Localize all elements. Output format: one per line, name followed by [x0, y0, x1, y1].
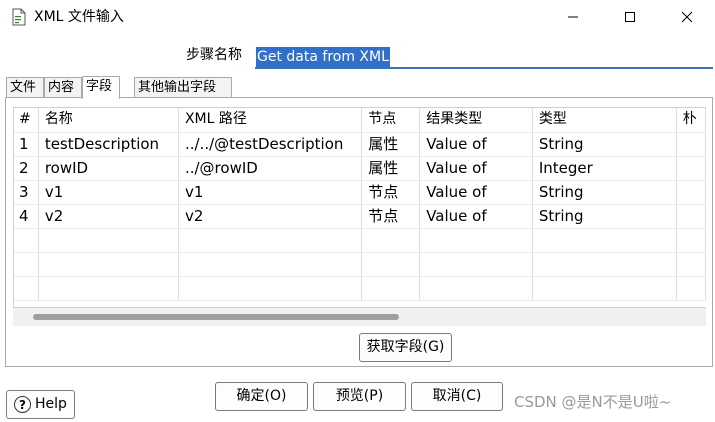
cell-name[interactable]: testDescription [38, 132, 179, 157]
cell-node[interactable]: 节点 [361, 180, 421, 205]
help-label: Help [35, 396, 67, 412]
tab-fields[interactable]: 字段 [82, 76, 120, 99]
cell-type[interactable]: String [532, 132, 677, 157]
minimize-icon [568, 16, 578, 18]
watermark: CSDN @是N不是U啦~ [514, 393, 672, 411]
row-index: 3 [14, 180, 39, 205]
preview-button[interactable]: 预览(P) [313, 382, 406, 411]
fields-table[interactable]: # 名称 XML 路径 节点 结果类型 类型 朴 1 testDescripti… [13, 107, 706, 308]
empty-row[interactable] [14, 276, 706, 301]
cell-node[interactable]: 属性 [361, 132, 421, 157]
row-index: 4 [14, 204, 39, 229]
cell-name[interactable]: v2 [38, 204, 179, 229]
close-button[interactable] [664, 0, 710, 34]
cell-xml-path[interactable]: ../@rowID [178, 156, 363, 181]
cell-extra[interactable] [676, 156, 706, 181]
cell-name[interactable]: v1 [38, 180, 179, 205]
horizontal-scrollbar[interactable] [13, 308, 706, 326]
title-bar: XML 文件输入 [0, 0, 715, 34]
tab-other-output-fields[interactable]: 其他输出字段 [134, 77, 232, 98]
minimize-button[interactable] [550, 0, 596, 34]
cell-xml-path[interactable]: v1 [178, 180, 363, 205]
step-name-label: 步骤名称 [186, 47, 242, 63]
table-header-row: # 名称 XML 路径 节点 结果类型 类型 朴 [14, 108, 706, 133]
step-name-value: Get data from XML [256, 47, 390, 67]
cancel-button[interactable]: 取消(C) [411, 382, 503, 411]
table-row[interactable]: 3 v1 v1 节点 Value of String [14, 180, 706, 205]
column-header-index[interactable]: # [14, 108, 39, 133]
row-index: 1 [14, 132, 39, 157]
cell-type[interactable]: String [532, 204, 677, 229]
empty-row[interactable] [14, 252, 706, 277]
column-header-truncated[interactable]: 朴 [676, 108, 706, 133]
maximize-icon [625, 12, 635, 22]
cell-xml-path[interactable]: ../../@testDescription [178, 132, 363, 157]
table-row[interactable]: 1 testDescription ../../@testDescription… [14, 132, 706, 157]
cell-result-type[interactable]: Value of [419, 156, 533, 181]
window-title: XML 文件输入 [34, 9, 124, 25]
cell-node[interactable]: 节点 [361, 204, 421, 229]
cell-type[interactable]: Integer [532, 156, 677, 181]
table-row[interactable]: 4 v2 v2 节点 Value of String [14, 204, 706, 229]
help-icon: ? [14, 396, 32, 413]
document-icon [11, 8, 27, 26]
column-header-name[interactable]: 名称 [38, 108, 179, 133]
close-icon [681, 11, 693, 23]
tab-file[interactable]: 文件 [6, 77, 44, 98]
ok-button[interactable]: 确定(O) [215, 382, 308, 411]
column-header-result-type[interactable]: 结果类型 [419, 108, 533, 133]
maximize-button[interactable] [607, 0, 653, 34]
cell-type[interactable]: String [532, 180, 677, 205]
get-fields-button[interactable]: 获取字段(G) [359, 333, 452, 362]
column-header-type[interactable]: 类型 [532, 108, 677, 133]
help-button[interactable]: ? Help [6, 390, 75, 419]
scrollbar-thumb[interactable] [33, 314, 399, 320]
cell-result-type[interactable]: Value of [419, 204, 533, 229]
cell-name[interactable]: rowID [38, 156, 179, 181]
cell-extra[interactable] [676, 180, 706, 205]
cell-extra[interactable] [676, 132, 706, 157]
column-header-xml-path[interactable]: XML 路径 [178, 108, 363, 133]
cell-xml-path[interactable]: v2 [178, 204, 363, 229]
column-header-node[interactable]: 节点 [361, 108, 421, 133]
cell-result-type[interactable]: Value of [419, 180, 533, 205]
tab-content[interactable]: 内容 [44, 77, 82, 98]
table-row[interactable]: 2 rowID ../@rowID 属性 Value of Integer [14, 156, 706, 181]
row-index: 2 [14, 156, 39, 181]
cell-extra[interactable] [676, 204, 706, 229]
cell-node[interactable]: 属性 [361, 156, 421, 181]
cell-result-type[interactable]: Value of [419, 132, 533, 157]
empty-row[interactable] [14, 228, 706, 253]
